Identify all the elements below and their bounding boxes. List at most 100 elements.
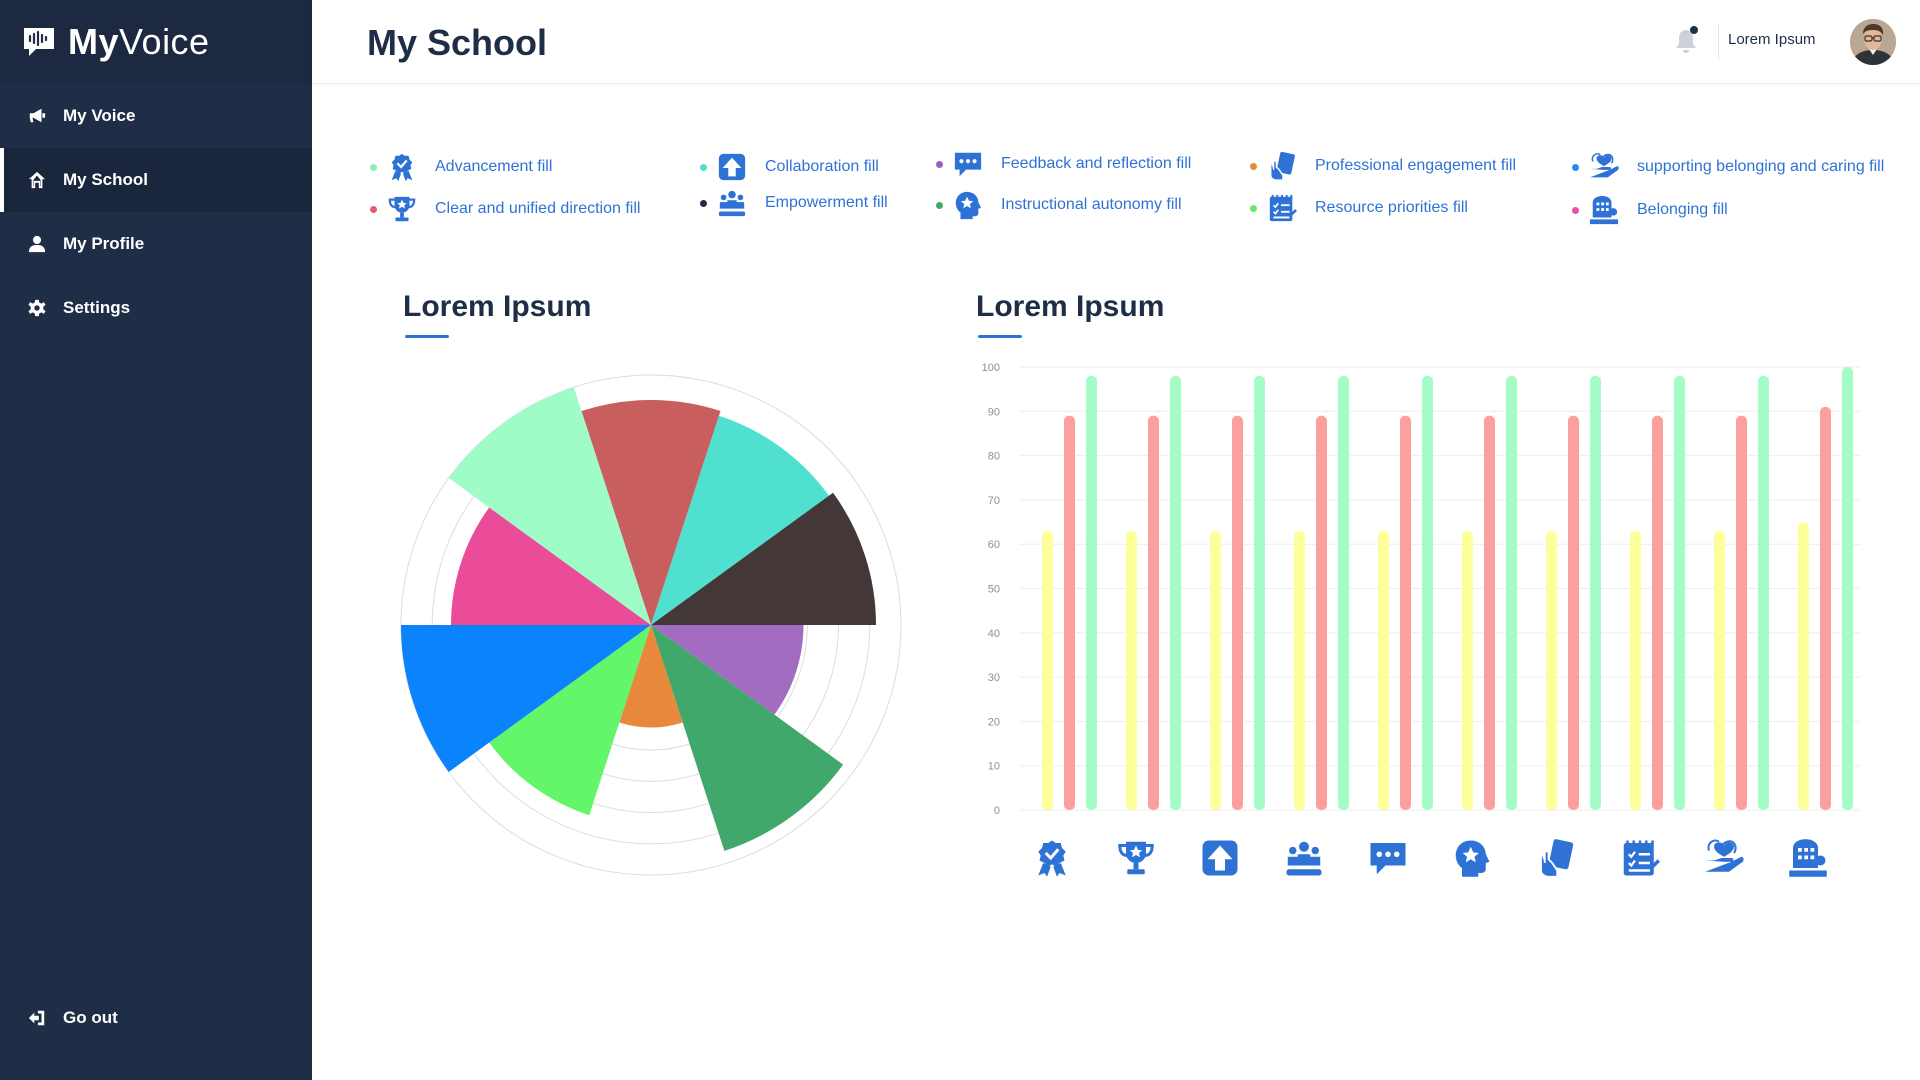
avatar-image bbox=[1850, 19, 1896, 65]
bar bbox=[1378, 530, 1389, 810]
sidebar: MyVoice My Voice My School My Profile Se… bbox=[0, 0, 312, 1080]
legend-dot bbox=[1250, 162, 1257, 170]
legend-dot bbox=[1572, 163, 1579, 171]
bar bbox=[1148, 415, 1159, 810]
legend-label: Belonging fill bbox=[1637, 201, 1728, 218]
legend-item[interactable]: Instructional autonomy fill bbox=[936, 190, 1182, 220]
bar bbox=[1590, 375, 1601, 810]
bar bbox=[1232, 415, 1243, 810]
bar bbox=[1674, 375, 1685, 810]
avatar[interactable] bbox=[1850, 19, 1896, 65]
y-tick-label: 80 bbox=[988, 451, 1000, 463]
bar bbox=[1294, 530, 1305, 810]
y-tick-label: 60 bbox=[988, 539, 1000, 551]
bar bbox=[1736, 415, 1747, 810]
checklist-icon bbox=[1620, 838, 1660, 878]
award-icon bbox=[387, 152, 417, 182]
chat-icon bbox=[1368, 838, 1408, 878]
polar-area-chart bbox=[400, 374, 902, 876]
legend-dot bbox=[1250, 204, 1257, 212]
bar bbox=[1086, 375, 1097, 810]
trophy-icon bbox=[387, 194, 417, 224]
bar bbox=[1798, 522, 1809, 810]
legend-label: Advancement fill bbox=[435, 158, 553, 175]
bar bbox=[1630, 530, 1641, 810]
sign-out-icon bbox=[28, 1010, 45, 1026]
legend-item[interactable]: Advancement fill bbox=[370, 152, 552, 182]
legend-dot bbox=[936, 201, 943, 209]
hand-heart-icon bbox=[1704, 838, 1744, 878]
bar-chart: 0 10 20 30 40 50 60 70 80 90 100 bbox=[982, 362, 1860, 817]
hand-card-icon bbox=[1267, 151, 1297, 181]
sidebar-item-label: My School bbox=[63, 170, 149, 189]
bar bbox=[1758, 375, 1769, 810]
bar bbox=[1714, 530, 1725, 810]
legend-item[interactable]: Feedback and reflection fill bbox=[936, 149, 1191, 179]
bar bbox=[1254, 375, 1265, 810]
sidebar-item-my-profile[interactable]: My Profile bbox=[0, 212, 312, 276]
bar bbox=[1170, 375, 1181, 810]
bar bbox=[1842, 367, 1853, 810]
megaphone-icon bbox=[29, 108, 46, 123]
legend-label: Clear and unified direction fill bbox=[435, 200, 641, 217]
bar bbox=[1484, 415, 1495, 810]
sidebar-item-my-voice[interactable]: My Voice bbox=[0, 84, 312, 148]
bar bbox=[1210, 530, 1221, 810]
hand-heart-icon bbox=[1589, 152, 1619, 182]
bar bbox=[1316, 415, 1327, 810]
legend-label: Resource priorities fill bbox=[1315, 199, 1468, 216]
people-icon bbox=[717, 188, 747, 218]
brand[interactable]: MyVoice bbox=[0, 0, 312, 84]
legend-dot bbox=[1572, 206, 1579, 214]
legend-label: Professional engagement fill bbox=[1315, 157, 1517, 174]
bar bbox=[1064, 415, 1075, 810]
bar-chart-title: Lorem Ipsum bbox=[976, 290, 1165, 323]
hand-card-icon bbox=[1536, 838, 1576, 878]
legend-label: Empowerment fill bbox=[765, 194, 888, 211]
legend-item[interactable]: Empowerment fill bbox=[700, 188, 888, 218]
people-icon bbox=[1284, 838, 1324, 878]
sidebar-item-my-school[interactable]: My School bbox=[0, 148, 312, 212]
sidebar-item-label: My Profile bbox=[63, 234, 145, 253]
sidebar-item-label: My Voice bbox=[63, 106, 136, 125]
legend-item[interactable]: Professional engagement fill bbox=[1250, 151, 1516, 181]
y-tick-label: 50 bbox=[988, 584, 1000, 596]
legend-item[interactable]: supporting belonging and caring fill bbox=[1572, 152, 1884, 182]
logo-icon bbox=[24, 28, 54, 56]
legend-item[interactable]: Belonging fill bbox=[1572, 195, 1728, 225]
bar bbox=[1042, 530, 1053, 810]
legend-item[interactable]: Resource priorities fill bbox=[1250, 193, 1468, 223]
bar bbox=[1462, 530, 1473, 810]
legend-label: Feedback and reflection fill bbox=[1001, 155, 1192, 172]
legend-dot bbox=[370, 205, 377, 213]
arrow-up-icon bbox=[717, 152, 747, 182]
legend-dot bbox=[700, 163, 707, 171]
go-out-button[interactable]: Go out bbox=[0, 986, 312, 1050]
legend-label: Collaboration fill bbox=[765, 158, 879, 175]
user-icon bbox=[28, 235, 46, 253]
legend-item[interactable]: Collaboration fill bbox=[700, 152, 879, 182]
sidebar-item-settings[interactable]: Settings bbox=[0, 276, 312, 340]
notification-dot bbox=[1690, 26, 1698, 34]
bar bbox=[1400, 415, 1411, 810]
user-name[interactable]: Lorem Ipsum bbox=[1728, 31, 1816, 48]
bar bbox=[1506, 375, 1517, 810]
pie-chart-title: Lorem Ipsum bbox=[403, 290, 592, 323]
y-tick-label: 10 bbox=[988, 761, 1000, 773]
header-divider bbox=[1718, 24, 1719, 60]
legend-item[interactable]: Clear and unified direction fill bbox=[370, 194, 640, 224]
bar bbox=[1338, 375, 1349, 810]
sidebar-nav: My Voice My School My Profile Settings bbox=[0, 84, 312, 340]
legend-dot bbox=[370, 163, 377, 171]
top-header: My School Lorem Ipsum bbox=[312, 0, 1920, 84]
y-tick-label: 0 bbox=[994, 805, 1000, 817]
bar bbox=[1126, 530, 1137, 810]
star-head-icon bbox=[953, 190, 983, 220]
legend-label: Instructional autonomy fill bbox=[1001, 196, 1182, 213]
bar bbox=[1652, 415, 1663, 810]
home-icon bbox=[28, 171, 46, 189]
y-tick-label: 100 bbox=[982, 362, 1000, 374]
building-icon bbox=[1589, 195, 1619, 225]
bar bbox=[1568, 415, 1579, 810]
gear-icon bbox=[28, 299, 46, 317]
